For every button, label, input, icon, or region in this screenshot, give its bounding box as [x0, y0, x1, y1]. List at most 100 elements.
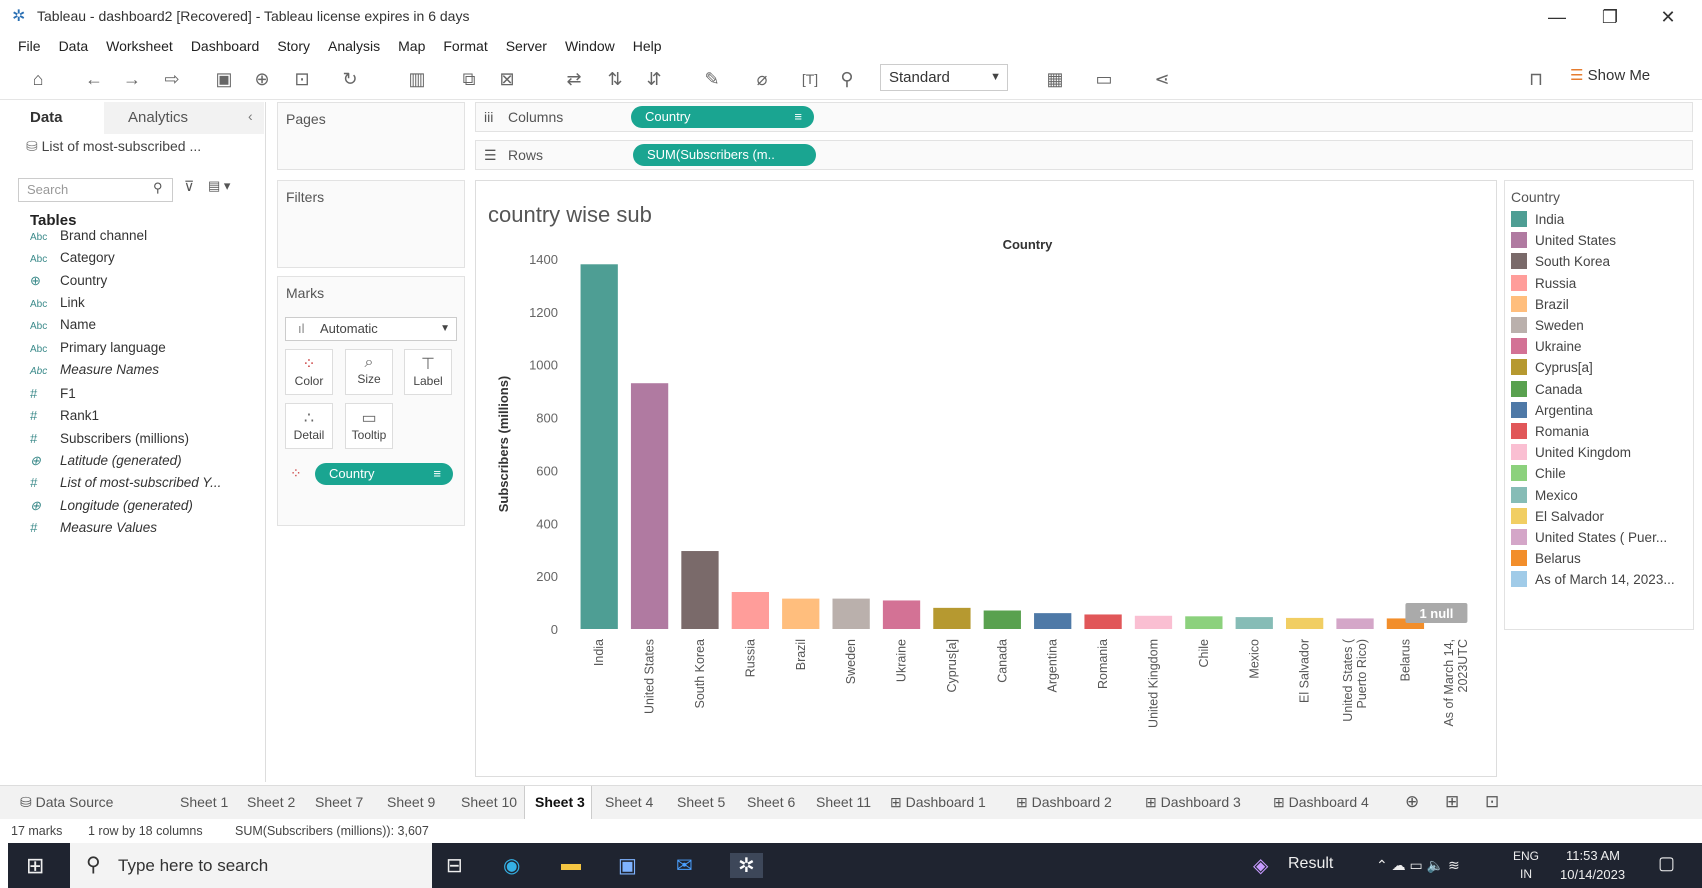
- legend-item[interactable]: Ukraine: [1511, 338, 1582, 355]
- tab-analytics[interactable]: Analytics: [104, 102, 264, 134]
- bar[interactable]: [1285, 617, 1324, 629]
- color-legend[interactable]: Country India United States South Korea Rus…: [1504, 180, 1694, 630]
- filters-shelf[interactable]: Filters: [277, 180, 465, 268]
- result-app-icon[interactable]: ◈: [1253, 853, 1268, 878]
- rows-shelf[interactable]: ☰ Rows SUM(Subscribers (m..: [475, 140, 1693, 170]
- menu-worksheet[interactable]: Worksheet: [106, 34, 173, 58]
- legend-item[interactable]: Russia: [1511, 274, 1576, 291]
- sort-ascending-icon[interactable]: ⇅: [603, 66, 627, 92]
- bar[interactable]: [630, 383, 669, 629]
- field-item[interactable]: Abc Primary language: [30, 340, 166, 355]
- bar[interactable]: [1336, 618, 1374, 629]
- notifications-icon[interactable]: ▢: [1658, 853, 1675, 874]
- file-explorer-icon[interactable]: ▬: [561, 853, 581, 876]
- marks-country-pill[interactable]: Country ≡: [315, 463, 453, 485]
- redo-icon[interactable]: →: [120, 66, 144, 92]
- bar[interactable]: [1034, 613, 1072, 629]
- legend-item[interactable]: United States ( Puer...: [1511, 529, 1667, 545]
- columns-shelf[interactable]: iii Columns Country ≡: [475, 102, 1693, 132]
- new-story-icon[interactable]: ⊡: [1485, 786, 1515, 820]
- home-icon[interactable]: ⌂: [25, 66, 51, 92]
- sort-descending-icon[interactable]: ⇵: [642, 66, 666, 92]
- menu-server[interactable]: Server: [506, 34, 547, 58]
- sheet-tab[interactable]: Sheet 3: [524, 786, 592, 820]
- pause-updates-icon[interactable]: ⊡: [290, 66, 314, 92]
- size-button[interactable]: ⌕ Size: [345, 349, 393, 395]
- sheet-tab[interactable]: Sheet 11: [806, 786, 876, 820]
- new-dashboard-icon[interactable]: ⊞: [1445, 786, 1475, 820]
- legend-item[interactable]: United Kingdom: [1511, 444, 1631, 461]
- new-worksheet-icon[interactable]: ▥: [405, 66, 429, 92]
- bar[interactable]: [782, 598, 820, 629]
- field-item[interactable]: ⊕ Longitude (generated): [30, 498, 193, 514]
- save-icon[interactable]: ▣: [212, 66, 236, 92]
- mark-type-dropdown[interactable]: Automatic ıl ▼: [285, 317, 457, 341]
- legend-item[interactable]: United States: [1511, 232, 1616, 249]
- legend-item[interactable]: Belarus: [1511, 550, 1581, 567]
- sheet-tab[interactable]: Sheet 1: [170, 786, 234, 820]
- field-item[interactable]: # Subscribers (millions): [30, 431, 189, 446]
- new-datasource-icon[interactable]: ⊕: [250, 66, 274, 92]
- legend-item[interactable]: Argentina: [1511, 401, 1593, 418]
- legend-item[interactable]: Romania: [1511, 423, 1589, 439]
- share-icon[interactable]: ⋖: [1150, 66, 1174, 92]
- menu-data[interactable]: Data: [59, 34, 89, 58]
- field-item[interactable]: Abc Brand channel: [30, 228, 147, 243]
- legend-item[interactable]: Chile: [1511, 465, 1566, 482]
- field-item[interactable]: # List of most-subscribed Y...: [30, 475, 221, 490]
- fit-dropdown[interactable]: Standard ▼: [880, 64, 1008, 91]
- menu-analysis[interactable]: Analysis: [328, 34, 380, 58]
- pin-icon[interactable]: ⚲: [835, 66, 859, 92]
- show-me-button[interactable]: ☰ Show Me: [1570, 66, 1650, 84]
- restore-button[interactable]: ❐: [1590, 4, 1630, 30]
- field-item[interactable]: # Measure Values: [30, 520, 157, 535]
- clear-sheet-icon[interactable]: ⊠: [495, 66, 519, 92]
- bar[interactable]: [983, 610, 1021, 630]
- field-item[interactable]: Abc Link: [30, 295, 85, 310]
- field-item[interactable]: Abc Measure Names: [30, 362, 159, 377]
- new-worksheet-icon[interactable]: ⊕: [1405, 786, 1435, 820]
- sheet-tab[interactable]: Sheet 2: [237, 786, 303, 820]
- collapse-pane-icon[interactable]: ‹: [248, 108, 253, 124]
- menu-window[interactable]: Window: [565, 34, 615, 58]
- swap-icon[interactable]: ⇄: [562, 66, 586, 92]
- minimize-button[interactable]: —: [1537, 4, 1577, 30]
- replay-icon[interactable]: ⇨: [160, 66, 184, 92]
- bar[interactable]: [1084, 614, 1122, 629]
- sheet-tab[interactable]: Sheet 5: [667, 786, 733, 820]
- legend-item[interactable]: Brazil: [1511, 295, 1569, 312]
- sheet-tab[interactable]: Sheet 10: [451, 786, 521, 820]
- columns-country-pill[interactable]: Country ≡: [631, 106, 814, 128]
- bar[interactable]: [832, 598, 870, 629]
- field-item[interactable]: # Rank1: [30, 408, 99, 423]
- sheet-tab[interactable]: ⊞ Dashboard 4: [1263, 786, 1393, 820]
- refresh-icon[interactable]: ↻: [338, 66, 362, 92]
- store-icon[interactable]: ▣: [618, 853, 637, 878]
- label-button[interactable]: ⊤ Label: [404, 349, 452, 395]
- sheet-tab[interactable]: Sheet 4: [595, 786, 663, 820]
- menu-format[interactable]: Format: [443, 34, 487, 58]
- filter-icon[interactable]: ⊽: [184, 178, 194, 195]
- bar[interactable]: [1185, 616, 1223, 629]
- sheet-tab[interactable]: Sheet 6: [737, 786, 803, 820]
- search-input[interactable]: Search: [18, 178, 173, 202]
- sheet-tab[interactable]: ⊞ Dashboard 1: [880, 786, 1002, 820]
- field-item[interactable]: ⊕ Country: [30, 273, 107, 289]
- rows-sum-pill[interactable]: SUM(Subscribers (m..: [633, 144, 816, 166]
- menu-help[interactable]: Help: [633, 34, 662, 58]
- bar[interactable]: [681, 551, 719, 629]
- tableau-taskbar-icon[interactable]: ✲: [730, 853, 763, 878]
- tooltip-button[interactable]: ▭ Tooltip: [345, 403, 393, 449]
- taskbar-search-input[interactable]: Type here to search ⚲: [70, 843, 432, 888]
- sheet-tab[interactable]: ⊞ Dashboard 3: [1135, 786, 1261, 820]
- pages-shelf[interactable]: Pages: [277, 102, 465, 170]
- bar[interactable]: [580, 264, 618, 629]
- mail-icon[interactable]: ✉: [676, 853, 693, 878]
- menu-file[interactable]: File: [18, 34, 41, 58]
- field-item[interactable]: ⊕ Latitude (generated): [30, 453, 182, 469]
- legend-item[interactable]: Canada: [1511, 380, 1582, 397]
- sheet-tab[interactable]: ⊞ Dashboard 2: [1006, 786, 1132, 820]
- color-button[interactable]: ⁘ Color: [285, 349, 333, 395]
- highlight-icon[interactable]: ✎: [700, 66, 724, 92]
- legend-item[interactable]: El Salvador: [1511, 507, 1604, 524]
